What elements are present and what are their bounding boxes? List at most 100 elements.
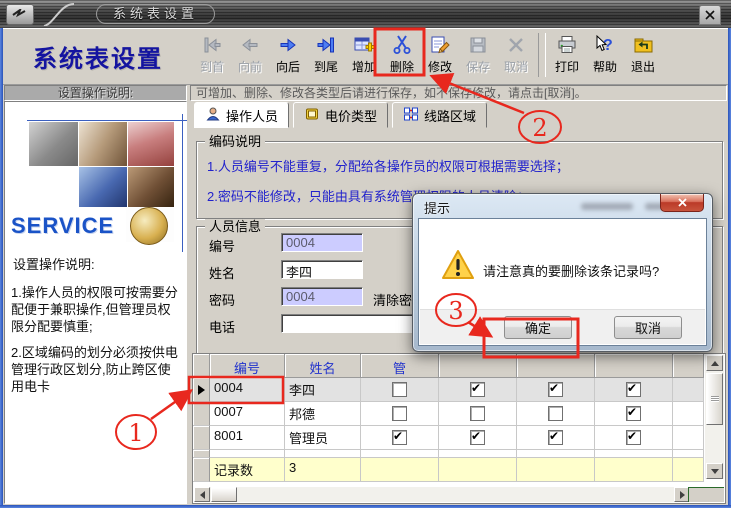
svg-text:?: ?: [603, 37, 613, 54]
id-field[interactable]: 0004: [281, 233, 363, 252]
window-border-left: [0, 28, 3, 508]
scroll-left-button[interactable]: [194, 487, 210, 502]
dialog-close-button[interactable]: [660, 194, 704, 212]
header-marker-cell: [193, 354, 210, 378]
clear-password-button[interactable]: 清除密: [373, 290, 412, 309]
toolbar-first-button[interactable]: 到首: [193, 29, 231, 81]
password-field[interactable]: 0004: [281, 287, 363, 306]
tab-line-areas[interactable]: 线路区域: [392, 102, 487, 128]
perm-cell[interactable]: [361, 426, 439, 450]
table-row[interactable]: 0004 李四: [193, 378, 725, 402]
cell-id[interactable]: 0007: [210, 402, 285, 426]
table-row[interactable]: 0007 邦德: [193, 402, 725, 426]
window-title: 系统表设置: [96, 4, 215, 24]
vertical-scrollbar[interactable]: [705, 355, 724, 479]
permission-checkbox[interactable]: [548, 406, 563, 421]
aero-blur: [581, 203, 633, 210]
table-footer-row: 记录数 3: [193, 458, 725, 482]
permission-checkbox[interactable]: [392, 430, 407, 445]
goto-last-icon: [314, 32, 338, 58]
cancel-button[interactable]: 取消: [614, 316, 682, 339]
permission-checkbox[interactable]: [392, 406, 407, 421]
toolbar-print-button[interactable]: 打印: [548, 29, 586, 81]
sidebar-caption: 设置操作说明:: [13, 254, 95, 273]
table-row[interactable]: 8001 管理员: [193, 426, 725, 450]
perm-cell[interactable]: [439, 402, 517, 426]
permission-checkbox[interactable]: [470, 430, 485, 445]
permission-checkbox[interactable]: [626, 430, 641, 445]
horizontal-scrollbar[interactable]: [194, 487, 690, 502]
row-marker-cell: [193, 402, 210, 426]
warning-icon: [441, 249, 475, 285]
scroll-up-button[interactable]: [706, 355, 723, 371]
toolbar-edit-button[interactable]: 修改: [421, 29, 459, 81]
toolbar-help-button[interactable]: ? 帮助: [586, 29, 624, 81]
ok-button[interactable]: 确定: [504, 316, 572, 339]
cell-id[interactable]: 8001: [210, 426, 285, 450]
operators-table: 编号 姓名 管 0004 李四 0007 邦德: [192, 353, 726, 504]
toolbar-delete-button[interactable]: 删除: [383, 29, 421, 81]
photo-fabric-image: [128, 167, 174, 207]
perm-cell[interactable]: [595, 378, 673, 402]
go-previous-icon: [238, 32, 262, 58]
sidebar-note-1: 1.操作人员的权限可按需要分配便于兼职操作,但管理员权限分配要慎重;: [11, 284, 183, 335]
permission-checkbox[interactable]: [392, 382, 407, 397]
perm-cell[interactable]: [517, 402, 595, 426]
perm-cell[interactable]: [439, 426, 517, 450]
name-field[interactable]: 李四: [281, 260, 363, 279]
toolbar-button-label: 到尾: [314, 58, 338, 75]
perm-cell[interactable]: [595, 426, 673, 450]
tab-price-types[interactable]: 电价类型: [293, 102, 388, 128]
horizontal-scroll-thumb[interactable]: [211, 487, 237, 502]
tab-operators[interactable]: 操作人员: [194, 102, 289, 128]
toolbar-cancel-button[interactable]: 取消: [497, 29, 535, 81]
record-count-value: 3: [285, 458, 361, 482]
toolbar-add-button[interactable]: 增加: [345, 29, 383, 81]
app-window: 系统表设置 系统表设置 到首 向前 向后: [0, 0, 731, 508]
pocket-watch-icon: [130, 207, 168, 245]
title-bar: 系统表设置: [0, 0, 731, 28]
perm-cell[interactable]: [439, 378, 517, 402]
perm-cell[interactable]: [517, 426, 595, 450]
perm-cell[interactable]: [517, 378, 595, 402]
grid-corner: [688, 487, 724, 502]
header-perm-4: [595, 354, 673, 378]
permission-checkbox[interactable]: [470, 382, 485, 397]
toolbar-last-button[interactable]: 到尾: [307, 29, 345, 81]
tab-label: 操作人员: [226, 106, 278, 125]
perm-cell[interactable]: [361, 402, 439, 426]
permission-checkbox[interactable]: [548, 430, 563, 445]
permission-checkbox[interactable]: [548, 382, 563, 397]
cell-extra: [673, 378, 704, 402]
table-header-row: 编号 姓名 管: [193, 354, 725, 378]
toolbar-separator: [538, 33, 546, 77]
delete-record-icon: [390, 32, 414, 58]
password-label: 密码: [209, 290, 235, 309]
toolbar-save-button[interactable]: 保存: [459, 29, 497, 81]
toolbar-exit-button[interactable]: 退出: [624, 29, 662, 81]
cancel-icon: [504, 32, 528, 58]
dialog-body: 请注意真的要删除该条记录吗? 确定 取消: [418, 218, 707, 346]
toolbar-button-label: 向后: [276, 58, 300, 75]
toolbar-next-button[interactable]: 向后: [269, 29, 307, 81]
name-label: 姓名: [209, 263, 235, 282]
save-icon: [466, 32, 490, 58]
cell-id[interactable]: 0004: [210, 378, 285, 402]
toolbar-button-label: 修改: [428, 58, 452, 75]
header-perm-2: [439, 354, 517, 378]
phone-field[interactable]: [281, 314, 424, 333]
vertical-scroll-thumb[interactable]: [706, 373, 723, 425]
perm-cell[interactable]: [595, 402, 673, 426]
permission-checkbox[interactable]: [626, 382, 641, 397]
scroll-down-button[interactable]: [706, 463, 723, 479]
permission-checkbox[interactable]: [626, 406, 641, 421]
cell-name[interactable]: 管理员: [285, 426, 361, 450]
perm-cell[interactable]: [361, 378, 439, 402]
permission-checkbox[interactable]: [470, 406, 485, 421]
toolbar-prev-button[interactable]: 向前: [231, 29, 269, 81]
cell-name[interactable]: 邦德: [285, 402, 361, 426]
header-extra: [673, 354, 704, 378]
cell-name[interactable]: 李四: [285, 378, 361, 402]
toolbar-button-label: 到首: [200, 58, 224, 75]
window-close-button[interactable]: [699, 5, 721, 25]
